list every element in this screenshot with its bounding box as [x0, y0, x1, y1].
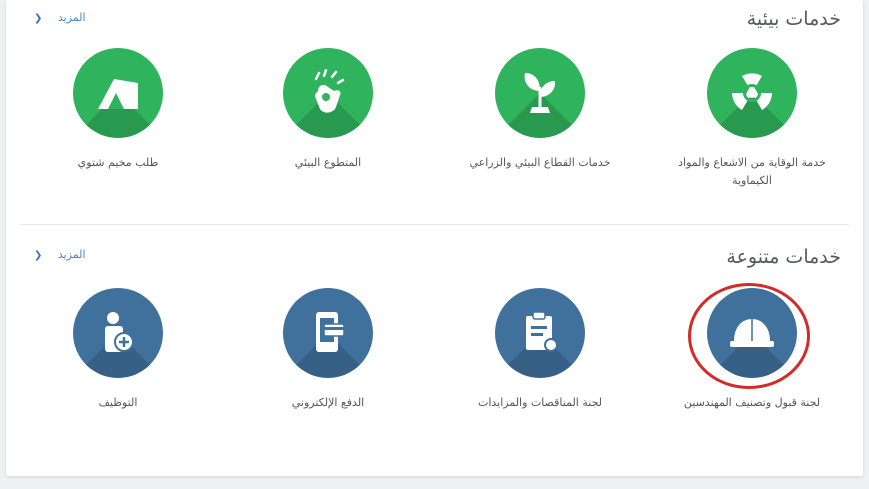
service-label: طلب مخيم شتوي: [77, 156, 159, 169]
plant-sprout-icon: [524, 73, 556, 113]
service-label: لجنة المناقصات والمزايدات: [477, 396, 603, 409]
service-icon-circle: [283, 48, 373, 138]
service-item-epayment[interactable]: الدفع الإلكتروني: [233, 288, 423, 412]
service-icon-circle: [495, 48, 585, 138]
service-icon-circle: [707, 288, 797, 378]
service-icon-circle: [73, 48, 163, 138]
employment-add-user-icon: [105, 312, 134, 352]
hard-hat-icon: [730, 319, 774, 347]
more-link-label: المزيد: [57, 11, 86, 24]
service-icon-circle: [73, 288, 163, 378]
more-link[interactable]: المزيد ❮: [34, 248, 86, 261]
service-label: لجنة قبول وتصنيف المهندسين: [683, 396, 821, 409]
service-item-environmental-agricultural[interactable]: خدمات القطاع البيئي والزراعي: [445, 48, 635, 172]
miscellaneous-services-section: خدمات متنوعة المزيد ❮ لجنة قبول وتصنيف ا…: [6, 228, 863, 476]
more-link[interactable]: المزيد ❮: [34, 11, 86, 24]
chevron-left-icon: ❮: [34, 13, 43, 24]
service-item-radiation-protection[interactable]: خدمة الوقاية من الاشعاع والمواد الكيماوي…: [657, 48, 847, 190]
service-label: خدمات القطاع البيئي والزراعي: [469, 156, 611, 169]
chevron-left-icon: ❮: [34, 250, 43, 261]
service-item-engineers-committee[interactable]: لجنة قبول وتصنيف المهندسين: [657, 283, 847, 412]
service-label: التوظيف: [98, 396, 138, 409]
service-item-winter-camp[interactable]: طلب مخيم شتوي: [23, 48, 213, 172]
services-card: خدمات بيئية المزيد ❮ خدمة الوقاية من الا…: [6, 0, 863, 476]
service-icon-circle: [707, 48, 797, 138]
section-divider: [20, 224, 849, 225]
environmental-services-section: خدمات بيئية المزيد ❮ خدمة الوقاية من الا…: [6, 0, 863, 222]
service-icon-circle: [495, 288, 585, 378]
epayment-card-icon: [316, 312, 345, 352]
service-item-environmental-volunteer[interactable]: المتطوع البيئي: [233, 48, 423, 172]
service-label: المتطوع البيئي: [294, 156, 362, 169]
volunteer-hand-icon: [314, 69, 345, 113]
service-item-employment[interactable]: التوظيف: [23, 288, 213, 412]
service-label: خدمة الوقاية من الاشعاع والمواد الكيماوي…: [678, 156, 826, 187]
clipboard-document-icon: [526, 311, 558, 352]
service-label: الدفع الإلكتروني: [291, 396, 365, 409]
service-item-tenders-committee[interactable]: لجنة المناقصات والمزايدات: [445, 288, 635, 412]
section-title: خدمات متنوعة: [726, 246, 841, 268]
service-icon-circle: [283, 288, 373, 378]
radiation-icon: [732, 73, 772, 110]
more-link-label: المزيد: [57, 248, 86, 261]
section-title: خدمات بيئية: [746, 8, 841, 30]
tent-icon: [98, 79, 138, 109]
